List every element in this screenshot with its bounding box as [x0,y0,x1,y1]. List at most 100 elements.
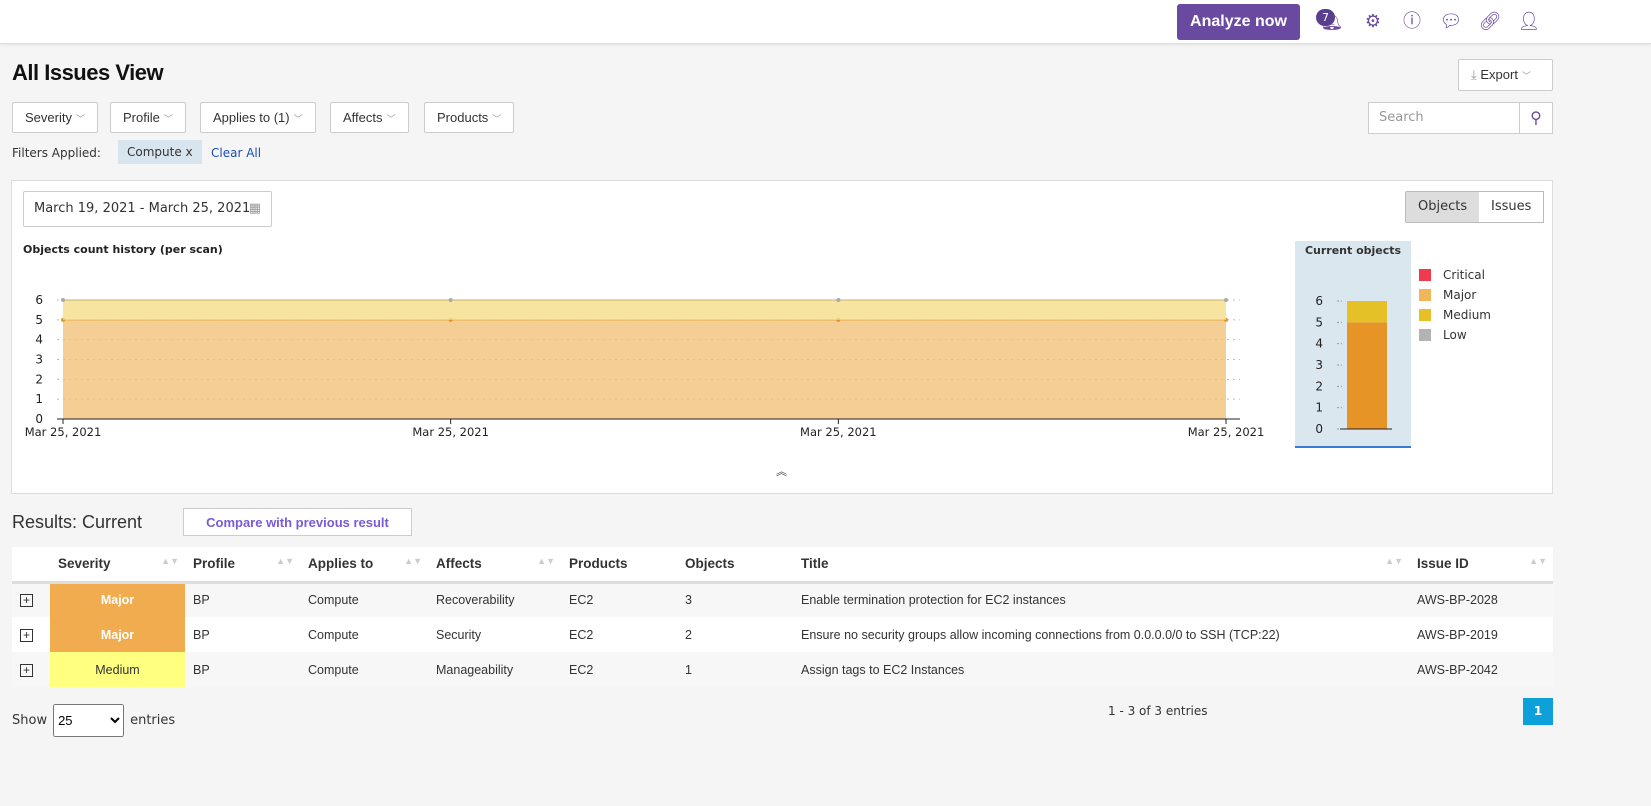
expand-icon[interactable]: + [20,628,33,642]
x-tick-label: Mar 25, 2021 [800,425,877,439]
filter-label: Severity [25,110,72,125]
header-label: Products [569,556,628,572]
header-title[interactable]: Title ▲▼ [793,547,1409,584]
bar-major [1347,322,1387,429]
legend-label: Medium [1443,308,1491,322]
chevron-down-icon: ﹀ [163,114,173,124]
expand-icon[interactable]: + [20,663,33,677]
cell-profile: BP [185,652,300,687]
cell-products: EC2 [561,617,677,652]
current-objects-panel: Current objects 0 1 2 3 4 5 6 [1295,241,1411,448]
export-label: Export [1480,67,1518,82]
y-tick-label: 1 [1315,401,1323,415]
legend-swatch [1419,289,1431,301]
collapse-chevron-icon[interactable]: ︽ [776,463,787,479]
header-label: Issue ID [1417,556,1469,572]
clear-all-link[interactable]: Clear All [211,146,261,160]
pagination-info: 1 - 3 of 3 entries [1108,704,1208,718]
y-tick-label: 0 [35,412,43,426]
cell-expand: + [12,652,50,687]
filter-applies-to[interactable]: Applies to (1) ﹀ [200,102,316,133]
gear-icon[interactable]: ⚙ [1361,10,1385,34]
filters-applied-label: Filters Applied: [12,146,101,160]
header-applies-to[interactable]: Applies to ▲▼ [300,547,428,584]
help-icon[interactable]: ⓘ [1400,10,1424,34]
y-tick-label: 2 [1315,379,1323,393]
header-label: Profile [193,556,236,572]
y-tick-label: 6 [1315,294,1323,308]
toggle-objects[interactable]: Objects [1405,191,1481,223]
chart-panel: March 19, 2021 - March 25, 2021 ▦ Objects… [11,180,1553,494]
search-icon[interactable]: ⚲ [1519,102,1553,134]
legend-low[interactable]: Low [1419,325,1491,345]
cell-title: Assign tags to EC2 Instances [793,652,1409,687]
cell-issue-id: AWS-BP-2019 [1409,617,1553,652]
cell-products: EC2 [561,652,677,687]
page-title: All Issues View [12,60,164,85]
cell-expand: + [12,582,50,617]
history-chart: 0 1 2 3 4 5 6 Mar 25, 2021 Mar 25, 2021 Mar 25, 2… [25,293,1265,439]
cell-title: Ensure no security groups allow incoming… [793,617,1409,652]
toggle-issues[interactable]: Issues [1479,191,1545,223]
user-icon[interactable]: 👤︎ [1517,10,1541,34]
header-severity[interactable]: Severity ▲▼ [50,547,185,584]
header-issue-id[interactable]: Issue ID ▲▼ [1409,547,1553,584]
cell-issue-id: AWS-BP-2042 [1409,652,1553,687]
header-objects[interactable]: Objects [677,547,793,584]
search-input[interactable]: Search [1368,102,1520,134]
results-title: Results: Current [12,512,143,532]
chat-icon[interactable]: 💬︎ [1439,10,1463,34]
area-major [63,319,1226,419]
export-button[interactable]: ⤓ Export ﹀ [1458,59,1553,91]
chevron-down-icon: ﹀ [386,114,396,124]
header-profile[interactable]: Profile ▲▼ [185,547,300,584]
compare-button[interactable]: Compare with previous result [183,508,412,536]
filter-label: Products [437,110,489,125]
current-objects-title: Current objects [1304,244,1402,257]
link-icon[interactable]: 🔗︎ [1478,10,1502,34]
table-row[interactable]: + Major BP Compute Recoverability EC2 3 Enable … [12,582,1553,617]
cell-severity: Major [50,617,185,652]
x-tick-label: Mar 25, 2021 [1188,425,1265,439]
filter-profile[interactable]: Profile ﹀ [110,102,186,133]
notification-badge: 7 [1316,9,1335,26]
table-row[interactable]: + Medium BP Compute Manageability EC2 1 Assign … [12,652,1553,687]
top-bar: Analyze now 🔔︎ 7 ⚙ ⓘ 💬︎ 🔗︎ 👤︎ [0,0,1651,44]
page-button-1[interactable]: 1 [1523,698,1553,725]
table-row[interactable]: + Major BP Compute Security EC2 2 Ensure no sec… [12,617,1553,652]
entries-select[interactable]: 25 [53,704,125,737]
sort-icon: ▲▼ [404,556,422,567]
y-tick-label: 3 [35,353,43,367]
cell-affects: Recoverability [428,582,561,617]
legend-label: Major [1443,288,1477,302]
chevron-down-icon: ﹀ [293,114,303,124]
legend-medium[interactable]: Medium [1419,305,1491,325]
cell-title: Enable termination protection for EC2 in… [793,582,1409,617]
cell-affects: Security [428,617,561,652]
header-label: Title [801,556,829,572]
expand-icon[interactable]: + [20,594,33,608]
cell-objects: 3 [677,582,793,617]
filter-label: Profile [123,110,160,125]
filter-chip-compute[interactable]: Compute x [118,140,202,164]
header-products[interactable]: Products [561,547,677,584]
header-affects[interactable]: Affects ▲▼ [428,547,561,584]
x-tick-label: Mar 25, 2021 [25,425,102,439]
download-icon: ⤓ [1471,67,1477,82]
cell-applies-to: Compute [300,617,428,652]
legend-swatch [1419,309,1431,321]
filter-products[interactable]: Products ﹀ [424,102,515,133]
y-tick-label: 3 [1315,358,1323,372]
x-tick-label: Mar 25, 2021 [412,425,489,439]
filter-affects[interactable]: Affects ﹀ [330,102,409,133]
legend-major[interactable]: Major [1419,285,1491,305]
cell-objects: 1 [677,652,793,687]
legend-critical[interactable]: Critical [1419,265,1491,285]
filter-severity[interactable]: Severity ﹀ [12,102,98,133]
chevron-down-icon: ﹀ [1521,71,1531,81]
current-objects-chart: 0 1 2 3 4 5 6 [1315,294,1392,436]
analyze-now-button[interactable]: Analyze now [1177,4,1300,40]
sort-icon: ▲▼ [537,556,555,567]
chevron-down-icon: ﹀ [492,114,502,124]
y-tick-label: 4 [1315,337,1323,351]
